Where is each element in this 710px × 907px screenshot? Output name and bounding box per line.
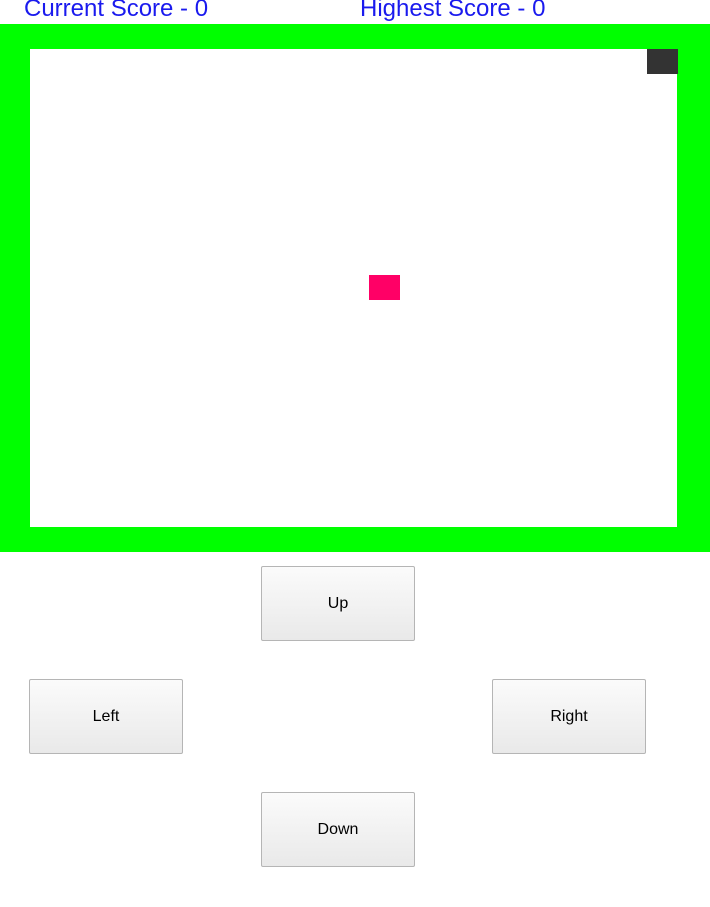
left-button[interactable]: Left — [29, 679, 183, 754]
current-score-label: Current Score - 0 — [24, 0, 209, 22]
highest-score-label: Highest Score - 0 — [360, 0, 546, 22]
down-button[interactable]: Down — [261, 792, 415, 867]
right-button[interactable]: Right — [492, 679, 646, 754]
food-pellet — [369, 275, 400, 300]
up-button[interactable]: Up — [261, 566, 415, 641]
game-board-border — [0, 24, 710, 552]
snake-game-page: Current Score - 0 Highest Score - 0 Up L… — [0, 0, 710, 907]
snake-head — [647, 49, 678, 74]
game-board — [30, 49, 678, 527]
